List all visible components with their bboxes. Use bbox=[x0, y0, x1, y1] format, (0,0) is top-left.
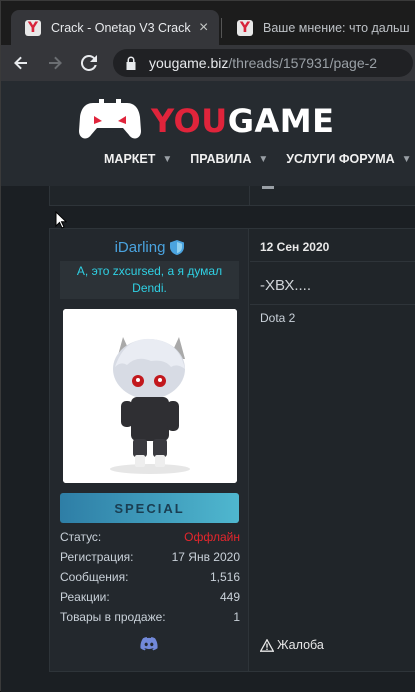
chevron-down-icon: ▼ bbox=[401, 153, 412, 165]
nav-label: УСЛУГИ ФОРУМА bbox=[286, 152, 395, 166]
stat-row-messages: Сообщения: 1,516 bbox=[60, 567, 240, 587]
url-text: yougame.biz/threads/157931/page-2 bbox=[149, 55, 377, 71]
chevron-down-icon: ▼ bbox=[258, 153, 269, 165]
user-title: А, это zxcursed, а я думал Dendi. bbox=[60, 261, 239, 299]
site-logo[interactable]: YOUGAME bbox=[79, 99, 334, 143]
stat-label: Реакции: bbox=[60, 590, 110, 604]
address-bar[interactable]: yougame.biz/threads/157931/page-2 bbox=[113, 49, 413, 77]
post-signature: Dota 2 bbox=[260, 311, 296, 325]
user-stats: Статус: Оффлайн Регистрация: 17 Янв 2020 С… bbox=[60, 527, 240, 627]
shield-icon bbox=[170, 240, 185, 255]
browser-toolbar: yougame.biz/threads/157931/page-2 bbox=[1, 45, 415, 81]
stat-label: Сообщения: bbox=[60, 570, 129, 584]
close-icon[interactable]: × bbox=[199, 19, 208, 37]
warning-icon bbox=[260, 638, 274, 652]
tab-title: Crack - Onetap V3 Crack | bbox=[51, 20, 191, 35]
url-path: /threads/157931/page-2 bbox=[228, 55, 378, 71]
yougame-favicon-icon: Y bbox=[237, 19, 253, 36]
tab-inactive[interactable]: Y Ваше мнение: что дальш bbox=[223, 10, 415, 45]
post: iDarling А, это zxcursed, а я думал Dend… bbox=[49, 228, 415, 672]
arrow-left-icon bbox=[14, 56, 27, 70]
column-divider bbox=[249, 186, 250, 206]
signature-divider bbox=[250, 304, 415, 305]
discord-icon[interactable] bbox=[140, 637, 158, 651]
post-user-column: iDarling А, это zxcursed, а я думал Dend… bbox=[50, 229, 249, 671]
post-date[interactable]: 12 Сен 2020 bbox=[260, 240, 329, 254]
stat-row-reactions: Реакции: 449 bbox=[60, 587, 240, 607]
reload-icon bbox=[81, 55, 97, 71]
stat-row-status: Статус: Оффлайн bbox=[60, 527, 240, 547]
nav-rules[interactable]: ПРАВИЛА ▼ bbox=[190, 152, 268, 166]
previous-post-footer bbox=[49, 186, 415, 206]
tab-title: Ваше мнение: что дальш bbox=[263, 20, 410, 35]
forward-button[interactable] bbox=[41, 49, 69, 77]
logo-you: YOU bbox=[151, 102, 228, 140]
site-header: YOUGAME МАРКЕТ ▼ ПРАВИЛА ▼ УСЛУГИ ФОРУМА ▼ bbox=[1, 81, 415, 186]
stat-value: 17 Янв 2020 bbox=[171, 550, 240, 564]
divider bbox=[250, 261, 415, 262]
nav-label: ПРАВИЛА bbox=[190, 152, 252, 166]
back-button[interactable] bbox=[7, 49, 35, 77]
avatar[interactable] bbox=[63, 309, 237, 483]
url-host: yougame.biz bbox=[149, 55, 229, 71]
thread-content: iDarling А, это zxcursed, а я думал Dend… bbox=[1, 186, 415, 692]
mouse-cursor-icon bbox=[55, 211, 67, 229]
stat-value: 1 bbox=[233, 610, 240, 624]
user-banner-special: SPECIAL bbox=[60, 493, 239, 523]
post-message-column: 12 Сен 2020 -ХВХ.... Dota 2 Жалоба bbox=[250, 229, 415, 671]
report-link[interactable]: Жалоба bbox=[260, 638, 324, 652]
nav-services[interactable]: УСЛУГИ ФОРУМА ▼ bbox=[286, 152, 411, 166]
stat-value: 449 bbox=[219, 590, 240, 604]
browser-window: Y Crack - Onetap V3 Crack | × Y Ваше мне… bbox=[0, 0, 415, 692]
tab-strip: Y Crack - Onetap V3 Crack | × Y Ваше мне… bbox=[1, 1, 415, 45]
chevron-down-icon: ▼ bbox=[162, 153, 173, 165]
checkbox-icon[interactable] bbox=[262, 186, 274, 189]
stat-label: Статус: bbox=[60, 530, 102, 544]
reload-button[interactable] bbox=[75, 49, 103, 77]
gamepad-logo-icon bbox=[79, 99, 141, 139]
logo-game: GAME bbox=[227, 102, 335, 140]
stat-label: Товары в продаже: bbox=[60, 610, 166, 624]
stat-label: Регистрация: bbox=[60, 550, 134, 564]
main-nav: МАРКЕТ ▼ ПРАВИЛА ▼ УСЛУГИ ФОРУМА ▼ bbox=[104, 152, 415, 166]
logo-wordmark: YOUGAME bbox=[151, 105, 334, 137]
tab-separator bbox=[221, 18, 222, 38]
post-username[interactable]: iDarling bbox=[50, 239, 249, 256]
stat-value: 1,516 bbox=[209, 570, 240, 584]
yougame-favicon-icon: Y bbox=[25, 19, 41, 36]
post-message-text: -ХВХ.... bbox=[260, 277, 312, 294]
tab-active[interactable]: Y Crack - Onetap V3 Crack | × bbox=[11, 10, 219, 45]
nav-label: МАРКЕТ bbox=[104, 152, 156, 166]
stat-value: Оффлайн bbox=[184, 530, 240, 544]
avatar-image-icon bbox=[63, 309, 237, 483]
report-label: Жалоба bbox=[277, 638, 324, 652]
username-text: iDarling bbox=[114, 239, 166, 256]
nav-market[interactable]: МАРКЕТ ▼ bbox=[104, 152, 172, 166]
arrow-right-icon bbox=[49, 56, 62, 70]
stat-row-items-for-sale: Товары в продаже: 1 bbox=[60, 607, 240, 627]
stat-row-registration: Регистрация: 17 Янв 2020 bbox=[60, 547, 240, 567]
lock-icon bbox=[126, 56, 136, 70]
